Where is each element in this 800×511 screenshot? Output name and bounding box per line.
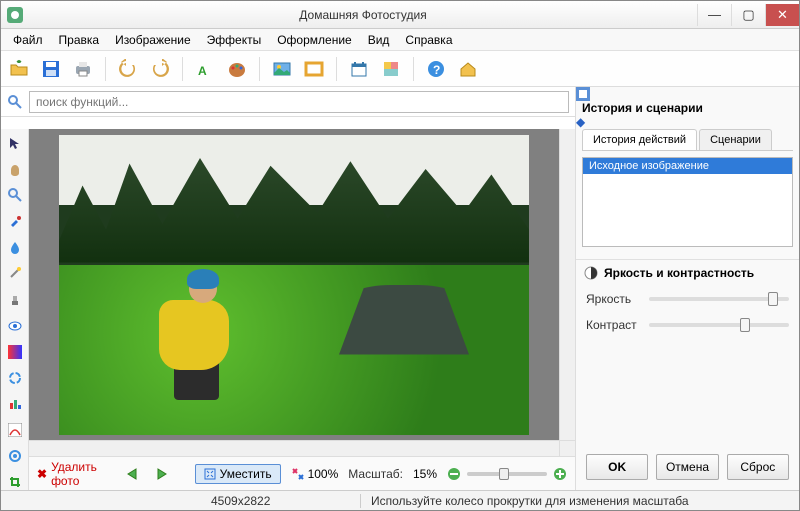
collapse-icon[interactable]: ◆ [576,115,799,129]
prev-photo-button[interactable] [124,466,142,482]
right-panel: История действий Сценарии Исходное изобр… [575,129,799,490]
tab-scenarios[interactable]: Сценарии [699,129,772,150]
bc-icon [584,266,598,280]
scale-label: Масштаб: [348,467,403,481]
pointer-tool-icon[interactable] [6,135,24,151]
swirl-tool-icon[interactable] [6,370,24,386]
close-button[interactable]: ✕ [765,4,799,26]
zoom-100-icon [291,467,305,481]
search-row [1,87,575,117]
history-item[interactable]: Исходное изображение [583,158,792,174]
stamp-tool-icon[interactable] [6,291,24,307]
ok-button[interactable]: OK [586,454,648,480]
scale-value: 15% [413,467,437,481]
minimize-button[interactable]: — [697,4,731,26]
zoom-in-button[interactable] [553,467,567,481]
menu-view[interactable]: Вид [360,31,398,49]
fit-button[interactable]: Уместить [195,464,281,484]
history-panel-title: История и сценарии [582,101,799,115]
delete-photo-button[interactable]: ✖ Удалить фото [37,460,97,488]
menu-design[interactable]: Оформление [269,31,359,49]
text-icon[interactable]: A [193,57,217,81]
brightness-row: Яркость [576,286,799,312]
menu-file[interactable]: Файл [5,31,51,49]
bc-title: Яркость и контрастность [604,266,754,280]
zoom-tool-icon[interactable] [6,187,24,203]
history-panel-icon [576,87,799,101]
window-title: Домашняя Фотостудия [29,8,697,22]
cancel-button[interactable]: Отмена [656,454,718,480]
brightness-slider[interactable] [649,297,789,301]
search-icon [7,94,23,110]
canvas-area: ✖ Удалить фото Уместить 100% Масштаб: 15… [29,129,575,490]
collage-icon[interactable] [379,57,403,81]
next-photo-button[interactable] [152,466,170,482]
svg-text:A: A [198,64,207,78]
bc-buttons: OK Отмена Сброс [576,444,799,490]
titlebar: Домашняя Фотостудия — ▢ ✕ [1,1,799,29]
contrast-row: Контраст [576,312,799,338]
calendar-icon[interactable] [347,57,371,81]
sharpen-tool-icon[interactable] [6,448,24,464]
curves-tool-icon[interactable] [6,422,24,438]
zoom-slider[interactable] [467,472,547,476]
maximize-button[interactable]: ▢ [731,4,765,26]
bottom-bar: ✖ Удалить фото Уместить 100% Масштаб: 15… [29,456,575,490]
history-panel-header-row: История и сценарии ◆ [575,87,799,129]
crop-tool-icon[interactable] [6,474,24,490]
zoom-100-button[interactable]: 100% [291,467,339,481]
photo-preview [59,135,529,435]
reset-button[interactable]: Сброс [727,454,789,480]
menu-help[interactable]: Справка [397,31,460,49]
delete-photo-label: Удалить фото [51,460,97,488]
fit-icon [204,468,216,480]
status-hint: Используйте колесо прокрутки для изменен… [361,494,799,508]
search-input[interactable] [29,91,569,113]
status-bar: 4509x2822 Используйте колесо прокрутки д… [1,490,799,510]
horizontal-scrollbar[interactable] [29,441,559,456]
svg-text:?: ? [433,63,440,77]
history-tabs: История действий Сценарии [582,129,793,151]
zoom-out-button[interactable] [447,467,461,481]
picture-icon[interactable] [270,57,294,81]
undo-icon[interactable] [116,57,140,81]
eye-tool-icon[interactable] [6,318,24,334]
vertical-scrollbar[interactable] [559,129,575,440]
contrast-label: Контраст [586,318,641,332]
print-icon[interactable] [71,57,95,81]
menubar: Файл Правка Изображение Эффекты Оформлен… [1,29,799,51]
redo-icon[interactable] [148,57,172,81]
home-icon[interactable] [456,57,480,81]
fit-label: Уместить [220,467,272,481]
main-toolbar: A ? [1,51,799,87]
drop-tool-icon[interactable] [6,239,24,255]
left-toolbar [1,129,29,490]
palette-icon[interactable] [225,57,249,81]
menu-effects[interactable]: Эффекты [199,31,270,49]
delete-icon: ✖ [37,467,47,481]
menu-image[interactable]: Изображение [107,31,199,49]
wand-tool-icon[interactable] [6,265,24,281]
levels-tool-icon[interactable] [6,396,24,412]
brightness-label: Яркость [586,292,641,306]
zoom-100-label: 100% [308,467,339,481]
history-list[interactable]: Исходное изображение [582,157,793,247]
brush-tool-icon[interactable] [6,213,24,229]
brightness-contrast-header: Яркость и контрастность [576,259,799,286]
canvas-viewport[interactable] [29,129,559,440]
hand-tool-icon[interactable] [6,161,24,177]
frame-icon[interactable] [302,57,326,81]
save-icon[interactable] [39,57,63,81]
status-dimensions: 4509x2822 [201,494,361,508]
tab-history[interactable]: История действий [582,129,697,150]
menu-edit[interactable]: Правка [51,31,108,49]
contrast-slider[interactable] [649,323,789,327]
help-icon[interactable]: ? [424,57,448,81]
open-icon[interactable] [7,57,31,81]
gradient-tool-icon[interactable] [6,344,24,360]
app-icon [7,7,23,23]
